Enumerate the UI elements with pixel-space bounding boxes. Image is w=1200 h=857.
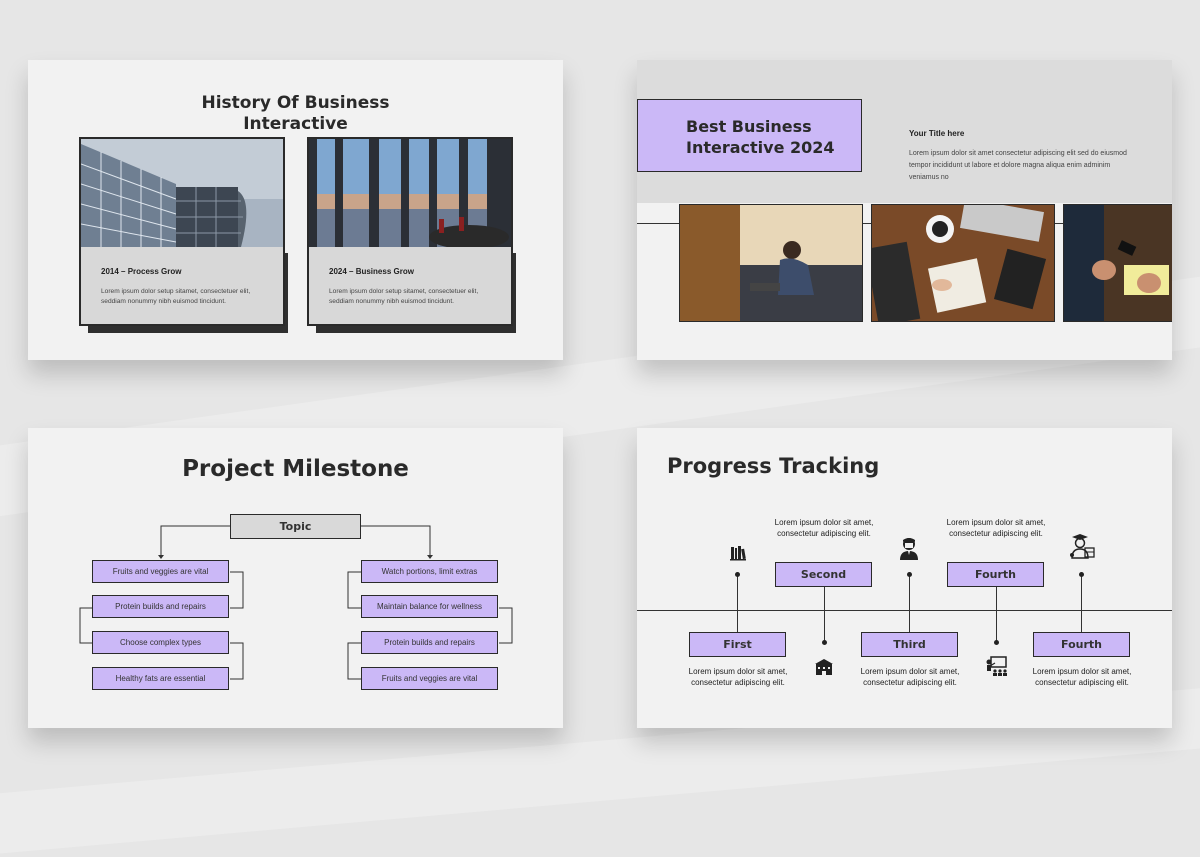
step-box: Second (775, 562, 872, 587)
connector-line (737, 575, 738, 632)
step-text: Lorem ipsum dolor sit amet, consectetur … (1032, 667, 1132, 687)
topic-node: Topic (230, 514, 361, 539)
slide-title: Progress Tracking (667, 454, 880, 478)
section-text: Lorem ipsum dolor sit amet consectetur a… (909, 150, 1127, 181)
slide-title: Best Business Interactive 2024 (686, 117, 835, 157)
connector-line (1081, 575, 1082, 632)
building-photo (81, 139, 283, 247)
connector-line (996, 587, 997, 642)
connector-line (909, 575, 910, 632)
books-icon (730, 546, 746, 561)
connector-line (824, 587, 825, 642)
step-text: Lorem ipsum dolor sit amet, consectetur … (774, 518, 874, 538)
desk-workspace-photo (871, 204, 1055, 322)
title-box: Best Business Interactive 2024 (637, 99, 862, 172)
milestone-node: Maintain balance for wellness (361, 595, 498, 618)
man-on-sofa-photo (679, 204, 863, 322)
teacher-icon (986, 656, 1007, 676)
step-text: Lorem ipsum dolor sit amet, consectetur … (860, 667, 960, 687)
slide-progress-tracking: Progress Tracking First Lorem ipsum dolo… (637, 428, 1172, 728)
milestone-node: Fruits and veggies are vital (92, 560, 229, 583)
milestone-node: Healthy fats are essential (92, 667, 229, 690)
milestone-node: Watch portions, limit extras (361, 560, 498, 583)
milestone-node: Protein builds and repairs (361, 631, 498, 654)
connector-dot (907, 572, 912, 577)
card-heading: 2014 – Process Grow (101, 267, 182, 276)
history-card: 2024 – Business Grow Lorem ipsum dolor s… (307, 137, 513, 326)
hands-writing-photo (1063, 204, 1172, 322)
card-text: Lorem ipsum dolor setup sitamet, consect… (329, 288, 479, 305)
slide-title: History Of Business Interactive (201, 93, 390, 134)
slide-project-milestone: Project Milestone Topic Fruits and veggi… (28, 428, 563, 728)
step-text: Lorem ipsum dolor sit amet, consectetur … (946, 518, 1046, 538)
step-text: Lorem ipsum dolor sit amet, consectetur … (688, 667, 788, 687)
card-text: Lorem ipsum dolor setup sitamet, consect… (101, 288, 251, 305)
milestone-node: Protein builds and repairs (92, 595, 229, 618)
connector-dot (1079, 572, 1084, 577)
slide-history: History Of Business Interactive 2014 – P… (28, 60, 563, 360)
step-box: Fourth (1033, 632, 1130, 657)
milestone-node: Fruits and veggies are vital (361, 667, 498, 690)
slide-best-business: Best Business Interactive 2024 Your Titl… (637, 60, 1172, 360)
school-icon (815, 659, 833, 675)
history-card: 2014 – Process Grow Lorem ipsum dolor se… (79, 137, 285, 326)
graduate-icon (1070, 534, 1095, 559)
section-subtitle: Your Title here (909, 129, 965, 138)
card-heading: 2024 – Business Grow (329, 267, 414, 276)
step-box: Fourth (947, 562, 1044, 587)
step-box: Third (861, 632, 958, 657)
timeline-line (637, 610, 1172, 611)
student-icon (900, 538, 918, 560)
office-view-photo (309, 139, 511, 247)
connector-dot (994, 640, 999, 645)
milestone-node: Choose complex types (92, 631, 229, 654)
step-box: First (689, 632, 786, 657)
connector-dot (822, 640, 827, 645)
connector-dot (735, 572, 740, 577)
